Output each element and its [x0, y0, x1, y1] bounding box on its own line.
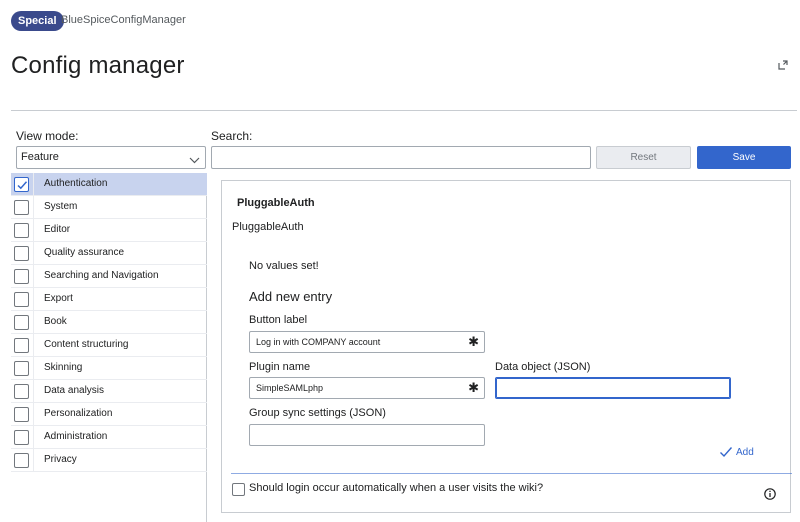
title-divider	[11, 110, 797, 111]
category-item-data-analysis[interactable]: Data analysis	[11, 380, 207, 403]
info-icon[interactable]	[764, 487, 776, 500]
group-sync-field[interactable]	[249, 424, 485, 446]
group-sync-label: Group sync settings (JSON)	[249, 407, 386, 419]
category-list: Authentication System Editor Quality ass…	[11, 173, 207, 522]
view-mode-value: Feature	[21, 151, 59, 163]
panel-divider	[231, 473, 792, 474]
category-item-administration[interactable]: Administration	[11, 426, 207, 449]
category-label: Administration	[44, 431, 108, 442]
category-label: Content structuring	[44, 339, 129, 350]
check-icon	[720, 447, 733, 458]
category-label: Book	[44, 316, 67, 327]
auto-login-checkbox[interactable]	[232, 483, 245, 496]
category-label: Export	[44, 293, 73, 304]
chevron-down-icon	[189, 152, 200, 164]
category-checkbox[interactable]	[14, 177, 29, 192]
search-input[interactable]	[211, 146, 591, 169]
button-label-label: Button label	[249, 314, 308, 326]
category-checkbox[interactable]	[14, 361, 29, 376]
category-checkbox[interactable]	[14, 200, 29, 215]
category-separator	[33, 311, 34, 334]
view-mode-select[interactable]: Feature	[16, 146, 206, 169]
save-button[interactable]: Save	[697, 146, 791, 169]
category-separator	[33, 449, 34, 472]
button-label-value: Log in with COMPANY account	[256, 337, 381, 347]
category-item-skinning[interactable]: Skinning	[11, 357, 207, 380]
category-item-editor[interactable]: Editor	[11, 219, 207, 242]
search-label: Search:	[211, 129, 253, 143]
category-label: Skinning	[44, 362, 83, 373]
category-item-content-structuring[interactable]: Content structuring	[11, 334, 207, 357]
category-checkbox[interactable]	[14, 246, 29, 261]
settings-panel: PluggableAuth PluggableAuth No values se…	[221, 180, 792, 513]
category-item-personalization[interactable]: Personalization	[11, 403, 207, 426]
category-separator	[33, 173, 34, 196]
category-separator	[33, 219, 34, 242]
category-item-privacy[interactable]: Privacy	[11, 449, 207, 472]
data-object-field[interactable]	[495, 377, 731, 399]
check-icon	[17, 181, 28, 190]
plugin-name-value: SimpleSAMLphp	[256, 383, 324, 393]
category-separator	[33, 196, 34, 219]
category-checkbox[interactable]	[14, 384, 29, 399]
data-object-label: Data object (JSON)	[495, 361, 591, 373]
category-item-quality-assurance[interactable]: Quality assurance	[11, 242, 207, 265]
category-label: Authentication	[44, 178, 108, 189]
group-subheading: PluggableAuth	[232, 221, 304, 233]
category-checkbox[interactable]	[14, 430, 29, 445]
category-checkbox[interactable]	[14, 223, 29, 238]
category-item-export[interactable]: Export	[11, 288, 207, 311]
reset-button[interactable]: Reset	[596, 146, 691, 169]
category-item-searching-and-navigation[interactable]: Searching and Navigation	[11, 265, 207, 288]
add-new-entry-heading: Add new entry	[249, 289, 333, 304]
required-asterisk-icon: ✱	[468, 334, 479, 349]
expand-icon[interactable]	[778, 57, 788, 70]
add-entry-button[interactable]: Add	[720, 447, 754, 458]
group-heading: PluggableAuth	[237, 197, 315, 209]
required-asterisk-icon: ✱	[468, 380, 479, 395]
plugin-name-field[interactable]: SimpleSAMLphp ✱	[249, 377, 485, 399]
category-label: Data analysis	[44, 385, 105, 396]
category-label: Personalization	[44, 408, 113, 419]
category-separator	[33, 288, 34, 311]
category-item-book[interactable]: Book	[11, 311, 207, 334]
add-entry-label: Add	[736, 447, 754, 458]
breadcrumb[interactable]: BlueSpiceConfigManager	[61, 14, 186, 26]
category-checkbox[interactable]	[14, 315, 29, 330]
category-label: Searching and Navigation	[44, 270, 159, 281]
category-separator	[33, 426, 34, 449]
auto-login-label: Should login occur automatically when a …	[249, 482, 544, 494]
plugin-name-label: Plugin name	[249, 361, 311, 373]
category-label: Quality assurance	[44, 247, 125, 258]
category-item-authentication[interactable]: Authentication	[11, 173, 207, 196]
category-item-system[interactable]: System	[11, 196, 207, 219]
page-title: Config manager	[11, 52, 185, 79]
category-label: Editor	[44, 224, 71, 235]
category-checkbox[interactable]	[14, 269, 29, 284]
category-separator	[33, 380, 34, 403]
category-label: System	[44, 201, 78, 212]
category-separator	[33, 403, 34, 426]
no-values-message: No values set!	[249, 260, 319, 272]
category-separator	[33, 334, 34, 357]
category-checkbox[interactable]	[14, 453, 29, 468]
category-checkbox[interactable]	[14, 292, 29, 307]
special-badge: Special	[11, 11, 64, 31]
category-separator	[33, 265, 34, 288]
category-separator	[33, 242, 34, 265]
category-label: Privacy	[44, 454, 77, 465]
button-label-field[interactable]: Log in with COMPANY account ✱	[249, 331, 485, 353]
category-separator	[33, 357, 34, 380]
category-checkbox[interactable]	[14, 407, 29, 422]
view-mode-label: View mode:	[16, 129, 79, 143]
category-checkbox[interactable]	[14, 338, 29, 353]
